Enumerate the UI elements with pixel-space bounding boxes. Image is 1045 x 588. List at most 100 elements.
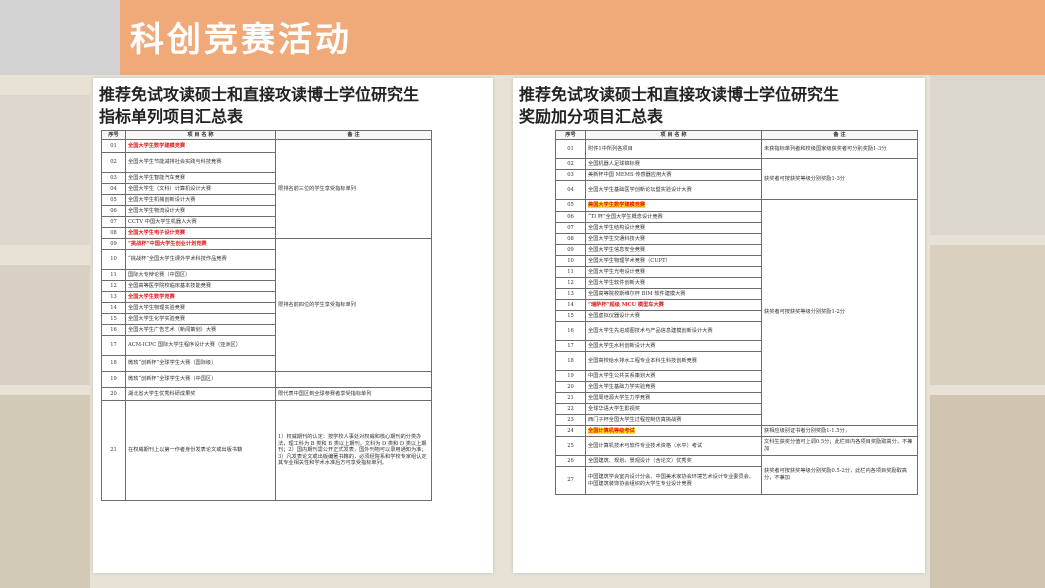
row-number: 18 <box>555 351 586 371</box>
row-number: 18 <box>101 355 126 372</box>
project-name-text: ACM-ICPC 国际大学生程序设计大赛（亚洲区） <box>128 342 241 349</box>
row-number: 25 <box>555 436 586 456</box>
project-name-text: 微软“创新杯”全球学生大赛（国际级） <box>128 360 217 367</box>
project-name-text: 全国大学生交通科技大赛 <box>588 235 646 242</box>
row-number: 14 <box>101 302 126 314</box>
row-note: 获奖者可按获奖等级分别奖励0.5-2分，此栏内各项目奖励取高分，不兼加 <box>761 455 918 495</box>
project-name: 全国大学生水利创新设计大赛 <box>585 340 762 352</box>
project-name-text: 全国大学生软件创新大赛 <box>588 279 646 286</box>
project-name: 全国大学生物流设计大赛 <box>125 205 276 217</box>
project-name-text: 全国机器人足球锦标赛 <box>588 160 640 167</box>
row-note: 文科生获奖分值可上调0.5分；此栏目内各项目奖励取高分，不兼加 <box>761 436 918 456</box>
row-note: 限排名前四位的学生享受指标单列 <box>275 238 432 372</box>
project-name: 全国大学生化学实验竞赛 <box>125 313 276 325</box>
project-name: 在权威期刊上以第一作者身份发表论文或出版书籍 <box>125 400 276 501</box>
project-name-text: 全国高校给水排水工程专业本科生科技创新竞赛 <box>588 357 697 364</box>
row-number: 19 <box>101 371 126 388</box>
project-name-text: 全国大学生基础医学创新论坛暨实验设计大赛 <box>588 186 692 193</box>
row-number: 09 <box>101 238 126 250</box>
project-name: 全国大学生光电设计竞赛 <box>585 266 762 278</box>
row-number: 26 <box>555 455 586 467</box>
row-number: 23 <box>555 414 586 426</box>
table-row: 21 在权威期刊上以第一作者身份发表论文或出版书籍 1）权威期刊的认定：按学校人事处… <box>101 400 432 501</box>
header-no: 序号 <box>101 130 126 140</box>
project-name-text: “TI 杯”全国大学生概念设计竞赛 <box>588 213 663 220</box>
row-number: 24 <box>555 425 586 437</box>
row-number: 09 <box>555 244 586 256</box>
right-document: 推荐免试攻读硕士和直接攻读博士学位研究生 奖励加分项目汇总表 序号 项 目 名 … <box>513 78 925 573</box>
project-name: 全国建筑、规划、景观设计（含论文）优秀奖 <box>585 455 762 467</box>
row-number: 04 <box>555 180 586 200</box>
project-name-text: 国际大专辩论赛（中国区） <box>128 271 191 278</box>
project-name-text: 全国大学生节能减排社会实践与科技竞赛 <box>128 159 222 166</box>
row-note <box>275 371 432 388</box>
right-table: 序号 项 目 名 称 备 注 01 附件1中所列各项目 未获指标单列者和校级国家级获… <box>555 130 918 495</box>
project-name-text: “挑战杯”全国大学生课外学术科技作品竞赛 <box>128 256 227 263</box>
project-name-text: 全国周培源大学生力学竞赛 <box>588 394 651 401</box>
project-name-text: 美国大学生数学建模竞赛 <box>588 202 646 209</box>
project-name: 全国大学生数学建模竞赛 <box>125 139 276 153</box>
row-number: 27 <box>555 466 586 495</box>
project-name-text: 全国计算机等级考试 <box>588 427 635 434</box>
project-name-text: 美新杯中国 MEMS 传感器应用大赛 <box>588 171 672 178</box>
project-name: 美新杯中国 MEMS 传感器应用大赛 <box>585 169 762 181</box>
project-name: 全国机器人足球锦标赛 <box>585 158 762 170</box>
project-name: 全球华语大学生影视奖 <box>585 403 762 415</box>
slide-title: 科创竞赛活动 <box>130 20 352 60</box>
slide: 科创竞赛活动 推荐免试攻读硕士和直接攻读博士学位研究生 指标单列项目汇总表 序号… <box>0 0 1045 588</box>
project-name: ACM-ICPC 国际大学生程序设计大赛（亚洲区） <box>125 335 276 356</box>
project-name: 全国高等医学院校临床基本技能竞赛 <box>125 280 276 292</box>
project-name-text: 全国大学生物流设计大赛 <box>128 207 186 214</box>
row-number: 01 <box>555 139 586 159</box>
project-name: 国际大专辩论赛（中国区） <box>125 269 276 281</box>
row-number: 20 <box>555 381 586 393</box>
row-number: 13 <box>101 291 126 303</box>
header-name: 项 目 名 称 <box>585 130 762 140</box>
table-header-row: 序号 项 目 名 称 备 注 <box>555 130 918 140</box>
project-name: 全国大学生电子设计竞赛 <box>125 227 276 239</box>
row-number: 05 <box>555 199 586 212</box>
row-number: 07 <box>555 222 586 234</box>
row-note: 获相应级别证书者分别奖励1-1.5分， <box>761 425 918 437</box>
project-name: 美国大学生数学建模竞赛 <box>585 199 762 212</box>
project-name-text: 全国大学生广告艺术（新闻策划）大赛 <box>128 326 217 333</box>
project-name-text: 全国大学生机械创新设计大赛 <box>128 196 196 203</box>
project-name-text: 微软“创新杯”全球学生大赛（中国区） <box>128 376 217 383</box>
row-number: 03 <box>101 172 126 184</box>
project-name: 全国大学生机械创新设计大赛 <box>125 194 276 206</box>
table-row: 24 全国计算机等级考试 获相应级别证书者分别奖励1-1.5分， <box>555 425 918 437</box>
project-name: 附件1中所列各项目 <box>585 139 762 159</box>
row-number: 15 <box>101 313 126 325</box>
project-name: CCTV 中国大学生机器人大赛 <box>125 216 276 228</box>
project-name-text: 全国大学生（文科）计算机设计大赛 <box>128 185 212 192</box>
project-name-text: 全国大学生信息安全竞赛 <box>588 246 646 253</box>
project-name: 全国虚拟仪器设计大赛 <box>585 310 762 322</box>
left-document-title: 推荐免试攻读硕士和直接攻读博士学位研究生 指标单列项目汇总表 <box>99 84 419 128</box>
row-note: 限排名前三位的学生享受指标单列 <box>275 139 432 239</box>
row-number: 12 <box>101 280 126 292</box>
left-title-line1: 推荐免试攻读硕士和直接攻读博士学位研究生 <box>99 85 420 104</box>
project-name-text: 全国大学生物理学术竞赛（CUPT） <box>588 257 671 264</box>
project-name-text: 附件1中所列各项目 <box>588 145 633 152</box>
project-name-text: “瑞萨杯”超级 MCU 模型车大赛 <box>588 301 664 308</box>
table-row: 05 美国大学生数学建模竞赛 获奖者可按获奖等级分别奖励1-2分 <box>555 199 918 426</box>
row-number: 03 <box>555 169 586 181</box>
row-number: 22 <box>555 403 586 415</box>
left-table-body: 01 全国大学生数学建模竞赛 限排名前三位的学生享受指标单列 02 全国大学生节能减排社… <box>101 139 432 501</box>
row-number: 10 <box>101 249 126 270</box>
row-number: 15 <box>555 310 586 322</box>
project-name: 全国大学生软件创新大赛 <box>585 277 762 289</box>
project-name-text: 全球华语大学生影视奖 <box>588 405 640 412</box>
row-number: 08 <box>555 233 586 245</box>
left-title-line2: 指标单列项目汇总表 <box>99 107 244 126</box>
project-name: 全国大学生基础医学创新论坛暨实验设计大赛 <box>585 180 762 200</box>
project-name: 全国大学生交通科技大赛 <box>585 233 762 245</box>
project-name: 全国高等院校斯维尔杯 BIM 软件建模大赛 <box>585 288 762 300</box>
project-name: “挑战杯”中国大学生创业计划竞赛 <box>125 238 276 250</box>
project-name-text: 中国大学生公共关系策划大赛 <box>588 372 656 379</box>
project-name: 全国大学生节能减排社会实践与科技竞赛 <box>125 152 276 173</box>
project-name-text: 全国大学生数学竞赛 <box>128 293 175 300</box>
left-table: 序号 项 目 名 称 备 注 01 全国大学生数学建模竞赛 限排名前三位的学生享受指… <box>101 130 432 501</box>
header-name: 项 目 名 称 <box>125 130 276 140</box>
right-table-body: 01 附件1中所列各项目 未获指标单列者和校级国家级获奖者可分别奖励1-3分 02 全国… <box>555 139 918 495</box>
